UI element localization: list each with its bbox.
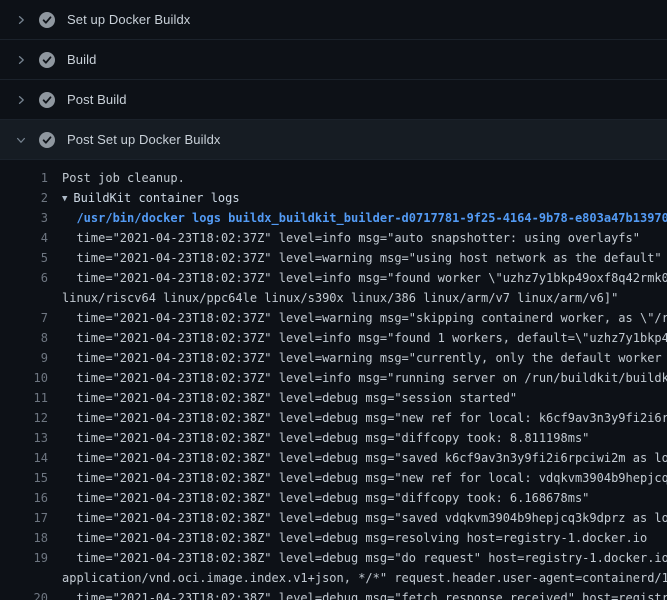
step-list: Set up Docker Buildx Build Post Build Po… [0, 0, 667, 160]
check-circle-icon [39, 132, 67, 148]
log-line-number[interactable]: 16 [0, 488, 48, 508]
log-line: 11 time="2021-04-23T18:02:38Z" level=deb… [0, 388, 667, 408]
log-line: 18 time="2021-04-23T18:02:38Z" level=deb… [0, 528, 667, 548]
chevron-right-icon [14, 13, 28, 27]
log-line-number[interactable]: 14 [0, 448, 48, 468]
log-line-number[interactable]: 4 [0, 228, 48, 248]
log-line-text: linux/riscv64 linux/ppc64le linux/s390x … [62, 288, 667, 308]
log-line-text: time="2021-04-23T18:02:37Z" level=info m… [62, 268, 667, 288]
log-line-text: Post job cleanup. [62, 168, 667, 188]
step-label: Build [67, 52, 96, 67]
log-line: 1 Post job cleanup. [0, 168, 667, 188]
log-line-number[interactable]: 17 [0, 508, 48, 528]
log-line: 6 time="2021-04-23T18:02:37Z" level=info… [0, 268, 667, 288]
chevron-down-icon [14, 133, 28, 147]
log-line-number[interactable]: 13 [0, 428, 48, 448]
step-label: Set up Docker Buildx [67, 12, 190, 27]
log-line-text: time="2021-04-23T18:02:37Z" level=info m… [62, 228, 667, 248]
log-line-text: time="2021-04-23T18:02:38Z" level=debug … [62, 468, 667, 488]
check-circle-icon [39, 92, 67, 108]
log-line-text: time="2021-04-23T18:02:38Z" level=debug … [62, 548, 667, 568]
step-label: Post Build [67, 92, 127, 107]
check-circle-icon [39, 12, 67, 28]
log-line-number[interactable]: 2 [0, 188, 48, 208]
log-line-number[interactable]: 6 [0, 268, 48, 288]
log-line: 17 time="2021-04-23T18:02:38Z" level=deb… [0, 508, 667, 528]
log-line: 16 time="2021-04-23T18:02:38Z" level=deb… [0, 488, 667, 508]
log-line-wrap-continuation: application/vnd.oci.image.index.v1+json,… [0, 568, 667, 588]
log-line-text: time="2021-04-23T18:02:37Z" level=warnin… [62, 248, 667, 268]
log-line-text: time="2021-04-23T18:02:38Z" level=debug … [62, 588, 667, 600]
log-line: 20 time="2021-04-23T18:02:38Z" level=deb… [0, 588, 667, 600]
chevron-right-icon [14, 53, 28, 67]
log-line-text: time="2021-04-23T18:02:37Z" level=warnin… [62, 308, 667, 328]
log-line-text: time="2021-04-23T18:02:38Z" level=debug … [62, 388, 667, 408]
log-line-number[interactable]: 10 [0, 368, 48, 388]
log-line: 13 time="2021-04-23T18:02:38Z" level=deb… [0, 428, 667, 448]
log-line-number[interactable]: 19 [0, 548, 48, 568]
step-row-build[interactable]: Build [0, 40, 667, 80]
step-label: Post Set up Docker Buildx [67, 132, 221, 147]
chevron-right-icon [14, 93, 28, 107]
log-line-number[interactable]: 5 [0, 248, 48, 268]
log-line-text: time="2021-04-23T18:02:37Z" level=info m… [62, 368, 667, 388]
log-group-label[interactable]: BuildKit container logs [73, 191, 239, 205]
log-line-text: time="2021-04-23T18:02:37Z" level=info m… [62, 328, 667, 348]
log-line: 7 time="2021-04-23T18:02:37Z" level=warn… [0, 308, 667, 328]
log-line-text: time="2021-04-23T18:02:38Z" level=debug … [62, 428, 667, 448]
log-group-toggle[interactable]: 2 ▼ BuildKit container logs [0, 188, 667, 208]
log-line-command: 3 /usr/bin/docker logs buildx_buildkit_b… [0, 208, 667, 228]
group-expanded-triangle-icon[interactable]: ▼ [62, 189, 67, 208]
log-line-text: time="2021-04-23T18:02:38Z" level=debug … [62, 448, 667, 468]
log-line-text: time="2021-04-23T18:02:37Z" level=warnin… [62, 348, 667, 368]
check-circle-icon [39, 52, 67, 68]
log-line-number[interactable]: 11 [0, 388, 48, 408]
log-line-number[interactable]: 1 [0, 168, 48, 188]
log-line-number[interactable]: 9 [0, 348, 48, 368]
log-line: 14 time="2021-04-23T18:02:38Z" level=deb… [0, 448, 667, 468]
log-line-number [0, 568, 48, 588]
step-row-set-up-docker-buildx[interactable]: Set up Docker Buildx [0, 0, 667, 40]
log-line: 9 time="2021-04-23T18:02:37Z" level=warn… [0, 348, 667, 368]
log-line-wrap-continuation: linux/riscv64 linux/ppc64le linux/s390x … [0, 288, 667, 308]
log-line-number[interactable]: 8 [0, 328, 48, 348]
log-line-text: time="2021-04-23T18:02:38Z" level=debug … [62, 508, 667, 528]
log-line: 19 time="2021-04-23T18:02:38Z" level=deb… [0, 548, 667, 568]
log-area: 1 Post job cleanup. 2 ▼ BuildKit containe… [0, 160, 667, 600]
log-line-number[interactable]: 20 [0, 588, 48, 600]
step-row-post-build[interactable]: Post Build [0, 80, 667, 120]
log-line-number[interactable]: 3 [0, 208, 48, 228]
log-line: 4 time="2021-04-23T18:02:37Z" level=info… [0, 228, 667, 248]
log-line-text: time="2021-04-23T18:02:38Z" level=debug … [62, 528, 667, 548]
log-line-text: application/vnd.oci.image.index.v1+json,… [62, 568, 667, 588]
log-line-number[interactable]: 15 [0, 468, 48, 488]
log-line-text: time="2021-04-23T18:02:38Z" level=debug … [62, 488, 667, 508]
step-row-post-set-up-docker-buildx[interactable]: Post Set up Docker Buildx [0, 120, 667, 160]
log-line: 8 time="2021-04-23T18:02:37Z" level=info… [0, 328, 667, 348]
log-line: 15 time="2021-04-23T18:02:38Z" level=deb… [0, 468, 667, 488]
log-line-text: /usr/bin/docker logs buildx_buildkit_bui… [62, 208, 667, 228]
log-line-number[interactable]: 12 [0, 408, 48, 428]
log-line: 12 time="2021-04-23T18:02:38Z" level=deb… [0, 408, 667, 428]
log-line-number[interactable]: 18 [0, 528, 48, 548]
log-line: 10 time="2021-04-23T18:02:37Z" level=inf… [0, 368, 667, 388]
log-line-text: ▼ BuildKit container logs [62, 188, 667, 208]
log-line: 5 time="2021-04-23T18:02:37Z" level=warn… [0, 248, 667, 268]
log-line-text: time="2021-04-23T18:02:38Z" level=debug … [62, 408, 667, 428]
log-line-number [0, 288, 48, 308]
log-line-number[interactable]: 7 [0, 308, 48, 328]
